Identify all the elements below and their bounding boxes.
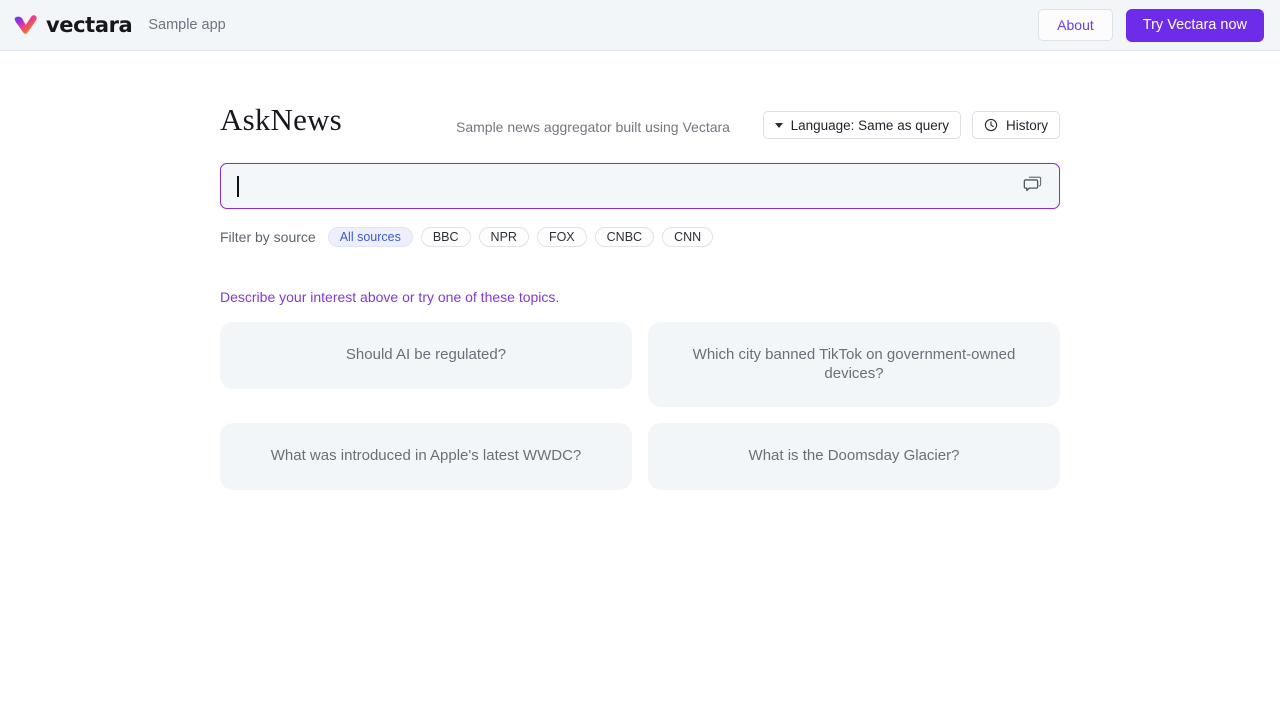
topic-card-grid: Should AI be regulated? Which city banne…	[220, 322, 1060, 490]
page-title: AskNews	[220, 102, 342, 137]
history-label: History	[1005, 117, 1048, 133]
language-select-label: Language: Same as query	[790, 117, 949, 133]
app-label: Sample app	[148, 16, 226, 33]
source-pill-fox[interactable]: FOX	[536, 227, 587, 247]
try-vectara-now-button[interactable]: Try Vectara now	[1125, 8, 1264, 42]
source-pill-cnn[interactable]: CNN	[662, 227, 714, 247]
topic-card[interactable]: What is the Doomsday Glacier?	[648, 423, 1060, 490]
history-button[interactable]: History	[971, 111, 1060, 139]
text-caret	[237, 176, 239, 197]
header-actions: About Try Vectara now	[1038, 8, 1264, 42]
title-controls: Language: Same as query History	[762, 111, 1060, 139]
app-header: vectara Sample app About Try Vectara now	[0, 0, 1280, 51]
topic-card[interactable]: Which city banned TikTok on government-o…	[648, 322, 1060, 407]
clock-icon	[984, 118, 998, 132]
about-button[interactable]: About	[1038, 9, 1113, 41]
source-pill-cnbc[interactable]: CNBC	[594, 227, 655, 247]
source-pill-npr[interactable]: NPR	[478, 227, 529, 247]
filter-by-source-label: Filter by source	[220, 229, 316, 245]
source-pill-all-sources[interactable]: All sources	[327, 227, 413, 247]
language-select-button[interactable]: Language: Same as query	[762, 111, 961, 139]
search-input[interactable]	[236, 165, 1020, 207]
brand[interactable]: vectara	[14, 12, 133, 37]
source-pill-bbc[interactable]: BBC	[420, 227, 471, 247]
title-row: AskNews Sample news aggregator built usi…	[220, 104, 1060, 146]
page-body: AskNews Sample news aggregator built usi…	[0, 51, 1280, 687]
tagline: Sample news aggregator built using Vecta…	[456, 119, 730, 135]
chat-bubbles-icon-button[interactable]	[1020, 174, 1044, 198]
suggestions-prompt: Describe your interest above or try one …	[220, 289, 560, 305]
main-content: AskNews Sample news aggregator built usi…	[220, 104, 1060, 490]
chat-bubbles-icon	[1023, 175, 1042, 197]
chevron-down-icon	[774, 122, 783, 128]
topic-card[interactable]: What was introduced in Apple's latest WW…	[220, 423, 632, 490]
search-box[interactable]	[220, 163, 1060, 209]
source-filter-row: Filter by source All sources BBC NPR FOX…	[220, 226, 1060, 248]
topic-card[interactable]: Should AI be regulated?	[220, 322, 632, 389]
brand-wordmark: vectara	[46, 12, 133, 37]
vectara-check-logo-icon	[14, 14, 38, 36]
